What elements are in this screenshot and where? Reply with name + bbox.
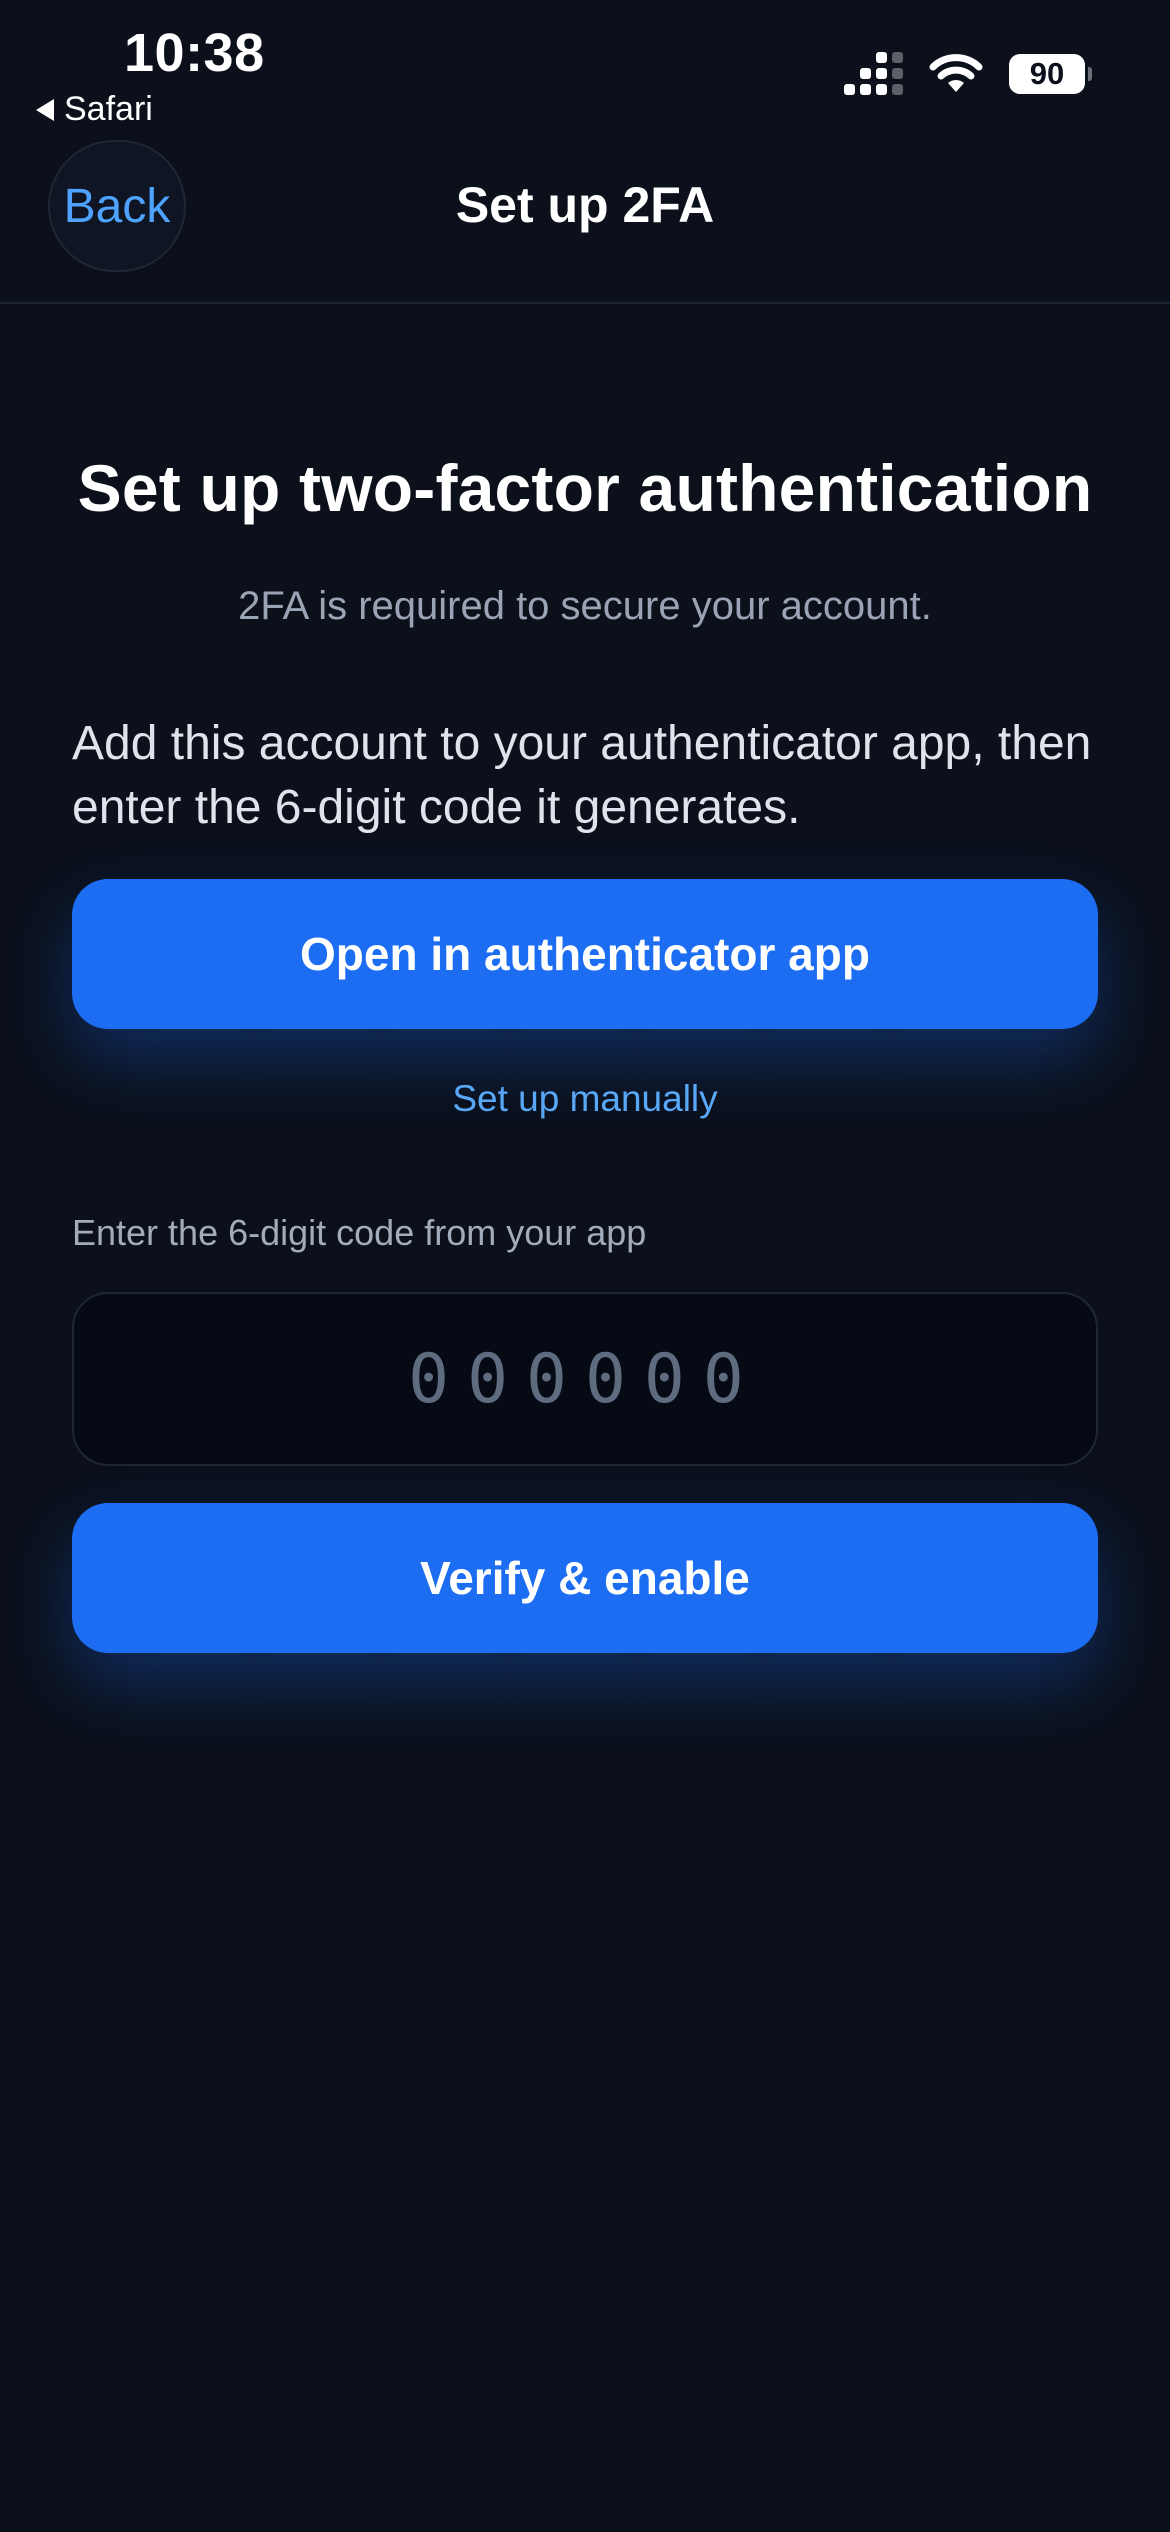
- setup-instructions: Add this account to your authenticator a…: [72, 717, 1092, 834]
- navigation-bar: Back Set up 2FA: [0, 140, 1170, 304]
- setup-heading: Set up two-factor authentication: [77, 451, 1093, 525]
- status-bar: 10:38 Safari 90: [0, 0, 1170, 140]
- battery-level: 90: [1009, 53, 1085, 94]
- status-icons: 90: [844, 52, 1092, 95]
- back-triangle-icon: [36, 98, 54, 121]
- cellular-signal-icon: [844, 52, 903, 95]
- code-field-label: Enter the 6-digit code from your app: [72, 1212, 647, 1253]
- code-placeholder: 000000: [408, 1339, 762, 1419]
- page-title: Set up 2FA: [455, 177, 715, 233]
- setup-subheading: 2FA is required to secure your account.: [238, 584, 932, 628]
- screen: 10:38 Safari 90 Back Set up 2FA Set up t…: [0, 0, 1170, 2532]
- setup-manually-link[interactable]: Set up manually: [72, 1078, 1098, 1120]
- open-authenticator-button[interactable]: Open in authenticator app: [72, 879, 1098, 1029]
- verification-code-input[interactable]: 000000: [72, 1292, 1098, 1466]
- back-app-label: Safari: [64, 90, 153, 128]
- battery-icon: 90: [1009, 53, 1092, 94]
- status-time: 10:38: [124, 23, 265, 83]
- wifi-icon: [929, 53, 983, 92]
- back-to-safari-link[interactable]: Safari: [36, 90, 153, 129]
- verify-enable-button[interactable]: Verify & enable: [72, 1503, 1098, 1653]
